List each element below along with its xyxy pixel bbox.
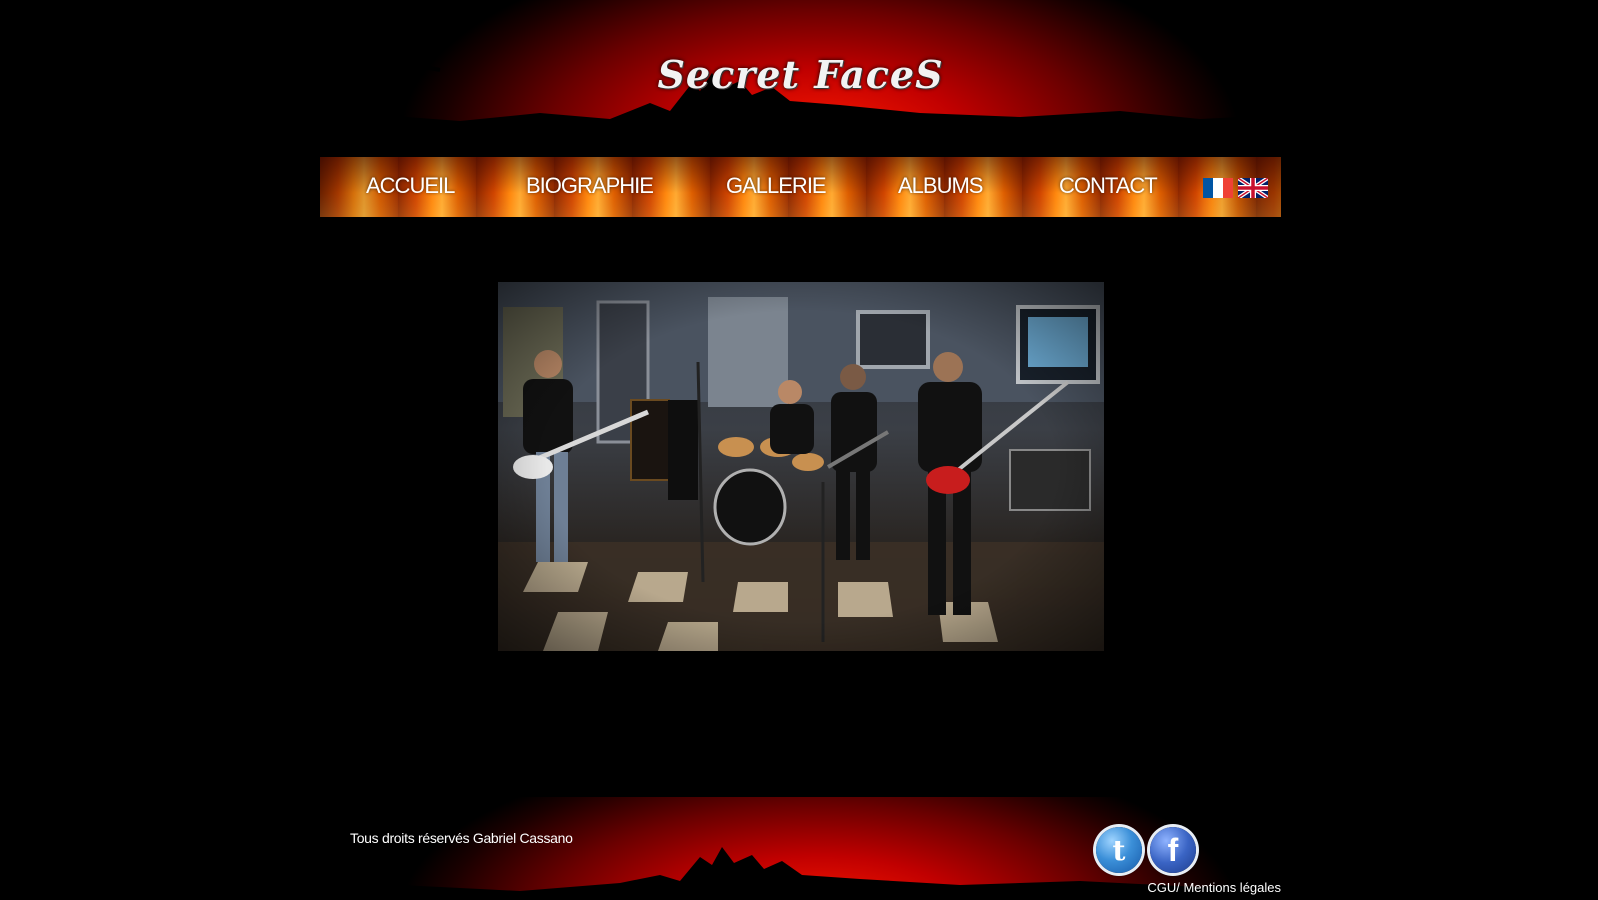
site-header: Secret FaceS xyxy=(320,0,1281,133)
main-navigation: ACCUEIL BIOGRAPHIE GALLERIE ALBUMS CONTA… xyxy=(320,157,1281,217)
site-logo[interactable]: Secret FaceS xyxy=(657,52,943,97)
facebook-icon[interactable]: f xyxy=(1150,827,1196,873)
nav-item-gallerie[interactable]: GALLERIE xyxy=(726,173,827,199)
band-photo-illustration xyxy=(498,282,1104,651)
tree-branches-decoration xyxy=(320,0,471,111)
page: Secret FaceS ACCUEIL BIOGRAPHIE GALLERIE… xyxy=(320,0,1281,900)
band-photo xyxy=(498,282,1104,651)
nav-item-albums[interactable]: ALBUMS xyxy=(898,173,983,199)
site-footer: Tous droits réservés Gabriel Cassano t f… xyxy=(320,797,1281,900)
uk-flag-icon[interactable] xyxy=(1238,178,1268,198)
copyright-text: Tous droits réservés Gabriel Cassano xyxy=(350,830,573,846)
nav-item-accueil[interactable]: ACCUEIL xyxy=(366,173,455,199)
french-flag-icon[interactable] xyxy=(1203,178,1233,198)
legal-link[interactable]: CGU/ Mentions légales xyxy=(1147,880,1281,895)
twitter-icon[interactable]: t xyxy=(1096,827,1142,873)
nav-item-biographie[interactable]: BIOGRAPHIE xyxy=(526,173,654,199)
nav-item-contact[interactable]: CONTACT xyxy=(1059,173,1158,199)
